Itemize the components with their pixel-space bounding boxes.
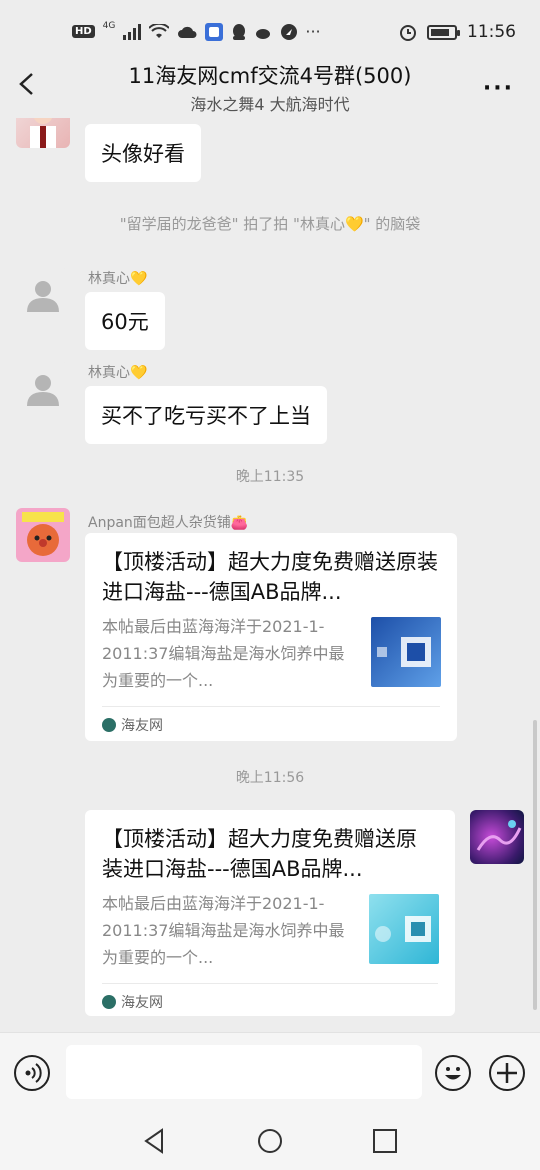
system-message: "留学届的龙爸爸" 拍了拍 "林真心💛" 的脑袋 xyxy=(119,215,421,233)
qq-icon xyxy=(233,23,246,40)
app-icon xyxy=(205,22,224,41)
source-logo-icon xyxy=(102,718,116,732)
message-input[interactable] xyxy=(66,1045,422,1099)
card-divider xyxy=(102,706,440,707)
more-options-icon[interactable]: ··· xyxy=(483,76,514,101)
nav-back-icon[interactable] xyxy=(140,1126,170,1156)
voice-input-button[interactable] xyxy=(14,1055,50,1091)
system-nav-bar xyxy=(0,1112,540,1170)
avatar-image xyxy=(476,820,522,851)
status-left: HD 4G ··· xyxy=(72,20,321,41)
nav-recents-icon[interactable] xyxy=(370,1126,400,1156)
alarm-icon xyxy=(400,25,416,41)
emoji-icon xyxy=(445,1067,461,1080)
avatar-image xyxy=(30,118,56,148)
sender-name: Anpan面包超人杂货铺👛 xyxy=(88,515,249,531)
source-logo-icon xyxy=(102,995,116,1009)
status-bar: HD 4G ··· 11:56 xyxy=(0,0,540,62)
avatar-image xyxy=(22,512,64,556)
chat-title: 11海友网cmf交流4号群(500) xyxy=(128,64,412,88)
card-divider xyxy=(102,983,438,984)
chat-subtitle: 海水之舞4 大航海时代 xyxy=(190,95,350,114)
timestamp: 晚上11:56 xyxy=(235,770,305,786)
default-avatar-icon xyxy=(27,375,59,406)
message-bubble[interactable]: 头像好看 xyxy=(85,124,201,182)
wifi-icon xyxy=(149,23,170,38)
message-bubble[interactable]: 买不了吃亏买不了上当 xyxy=(85,386,327,444)
avatar[interactable] xyxy=(16,362,70,416)
scrollbar[interactable] xyxy=(533,720,537,1010)
card-title: 【顶楼活动】超大力度免费赠送原装进口海盐---德国AB品牌... xyxy=(102,550,438,604)
my-avatar[interactable] xyxy=(470,810,524,864)
card-title: 【顶楼活动】超大力度免费赠送原装进口海盐---德国AB品牌... xyxy=(102,827,417,881)
card-source: 海友网 xyxy=(102,715,163,735)
default-avatar-icon xyxy=(27,281,59,312)
sender-name: 林真心💛 xyxy=(88,365,148,381)
timestamp: 晚上11:35 xyxy=(235,469,305,485)
card-source: 海友网 xyxy=(102,992,163,1012)
avatar[interactable] xyxy=(16,118,70,148)
chat-header: 11海友网cmf交流4号群(500) 海水之舞4 大航海时代 ··· xyxy=(0,56,540,118)
plus-icon xyxy=(497,1063,517,1083)
card-thumbnail xyxy=(369,894,439,964)
link-card[interactable]: 【顶楼活动】超大力度免费赠送原装进口海盐---德国AB品牌... 本帖最后由蓝海… xyxy=(85,533,457,741)
card-source-label: 海友网 xyxy=(121,995,163,1011)
status-time: 11:56 xyxy=(467,22,516,42)
more-functions-button[interactable] xyxy=(489,1055,525,1091)
battery-fill xyxy=(431,28,449,36)
chat-area[interactable]: 头像好看 "留学届的龙爸爸" 拍了拍 "林真心💛" 的脑袋 林真心💛 60元 林… xyxy=(0,118,540,1032)
more-notifications-icon: ··· xyxy=(305,22,321,41)
nav-home-icon[interactable] xyxy=(255,1126,285,1156)
message-bubble[interactable]: 60元 xyxy=(85,292,165,350)
avatar[interactable] xyxy=(16,508,70,562)
card-description: 本帖最后由蓝海海洋于2021-1-2011:37编辑海盐是海水饲养中最为重要的一… xyxy=(102,617,345,690)
weibo-icon xyxy=(256,28,271,39)
card-description: 本帖最后由蓝海海洋于2021-1-2011:37编辑海盐是海水饲养中最为重要的一… xyxy=(102,894,345,967)
status-right: 11:56 xyxy=(399,22,516,42)
location-icon xyxy=(281,23,298,40)
input-bar xyxy=(0,1032,540,1112)
battery-icon xyxy=(427,24,460,40)
network-type: 4G xyxy=(102,20,116,31)
cloud-icon xyxy=(178,26,197,38)
signal-icon xyxy=(123,23,142,40)
card-source-label: 海友网 xyxy=(121,718,163,734)
avatar[interactable] xyxy=(16,268,70,322)
card-thumbnail xyxy=(371,617,441,687)
sender-name: 林真心💛 xyxy=(88,271,148,287)
emoji-button[interactable] xyxy=(435,1055,471,1091)
link-card[interactable]: 【顶楼活动】超大力度免费赠送原装进口海盐---德国AB品牌... 本帖最后由蓝海… xyxy=(85,810,455,1016)
hd-badge: HD xyxy=(72,25,95,38)
voice-icon xyxy=(25,1063,42,1083)
